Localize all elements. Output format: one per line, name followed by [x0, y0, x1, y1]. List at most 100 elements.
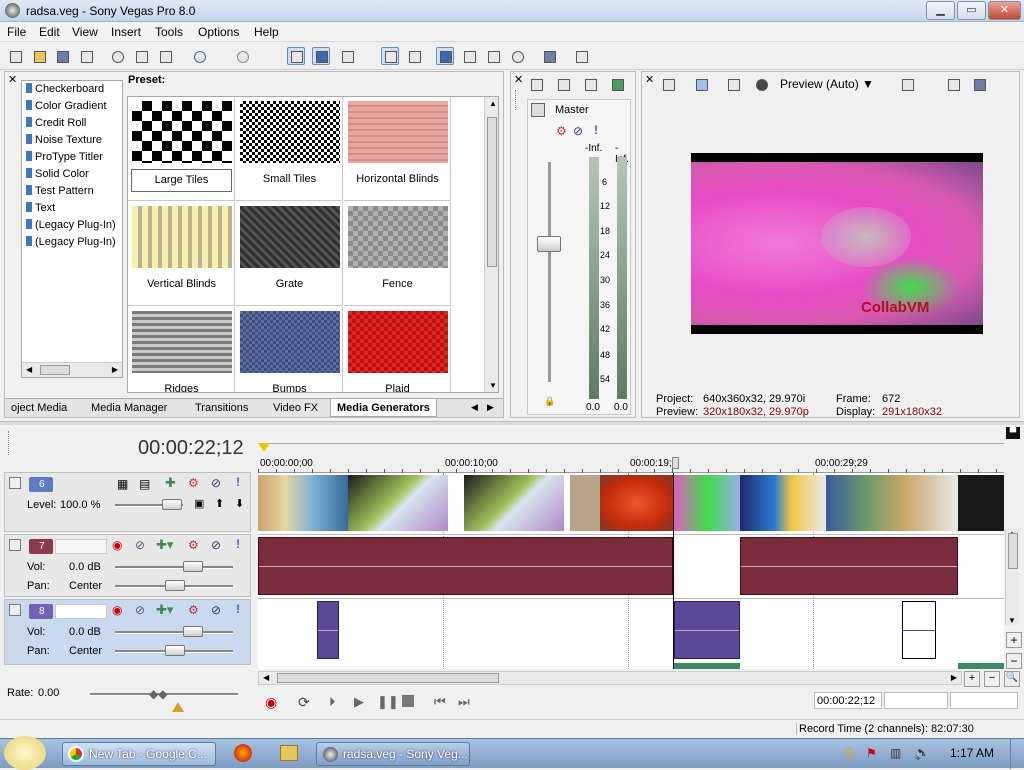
start-button[interactable] [4, 736, 46, 770]
mixer-downmix-icon[interactable] [554, 75, 572, 93]
video-clip[interactable] [600, 475, 674, 531]
track-solo-icon[interactable]: ! [236, 602, 240, 616]
audio-clip[interactable] [902, 601, 936, 659]
preset-vertical-blinds[interactable]: Vertical Blinds [128, 202, 235, 306]
tab-media-generators[interactable]: Media Generators [330, 399, 437, 417]
pause-button[interactable]: ❚❚ [377, 694, 399, 710]
generator-item[interactable]: (Legacy Plug-In) T [26, 219, 118, 236]
timeline-horizontal-scrollbar[interactable]: ◀ ▶ [258, 671, 962, 685]
track-header-audio-7[interactable]: 7 ◉ ⊘ ✚▾ ⚙ ⊘ ! Vol: 0.0 dB Pan: Center [4, 534, 251, 597]
generator-item[interactable]: Solid Color [26, 168, 118, 185]
search-tray-icon[interactable]: ⚲ [844, 745, 854, 762]
show-desktop-button[interactable] [1010, 739, 1024, 769]
new-icon[interactable] [6, 47, 24, 65]
selection-start-field[interactable] [884, 692, 948, 709]
generator-item[interactable]: Checkerboard [26, 83, 118, 100]
menu-edit[interactable]: Edit [39, 25, 60, 39]
zoom-out-icon[interactable]: − [1006, 653, 1022, 669]
generator-item[interactable]: ProType Titler [26, 151, 118, 168]
tab-transitions[interactable]: Transitions [189, 399, 254, 417]
volume-icon[interactable]: 🔈 [914, 745, 930, 761]
overlays-icon[interactable] [898, 75, 916, 93]
tabs-right-arrow[interactable]: ▶ [487, 402, 494, 413]
minimize-button[interactable]: ▁ [926, 1, 955, 20]
track-fx-icon[interactable]: ⚙ [188, 603, 199, 617]
open-icon[interactable] [30, 47, 48, 65]
generator-item[interactable]: Color Gradient [26, 100, 118, 117]
copy-icon[interactable] [132, 47, 150, 65]
stop-button[interactable] [402, 695, 414, 707]
audio-clip[interactable] [258, 537, 673, 595]
track-volume-slider[interactable] [183, 561, 203, 572]
menu-help[interactable]: Help [254, 25, 279, 39]
cut-icon[interactable] [108, 47, 126, 65]
preview-close-icon[interactable]: ✕ [645, 73, 654, 86]
action-center-icon[interactable]: ⚑ [866, 746, 877, 760]
taskbar-vegas[interactable]: radsa.veg - Sony Veg... [316, 742, 470, 766]
panel-close-icon[interactable]: ✕ [8, 73, 17, 86]
mixer-dim-icon[interactable] [581, 75, 599, 93]
track-level-slider[interactable] [162, 499, 182, 510]
split-screen-icon[interactable] [752, 75, 770, 93]
master-solo-icon[interactable]: ! [594, 123, 598, 137]
clock[interactable]: 1:17 AM [950, 746, 994, 760]
track-fx-chain-icon[interactable]: ✚▾ [156, 602, 173, 618]
track-mute-icon[interactable]: ⊘ [211, 538, 221, 552]
preview-quality-dropdown[interactable]: Preview (Auto) ▼ [780, 77, 874, 91]
normal-edit-tool-icon[interactable] [381, 47, 399, 65]
whats-this-icon[interactable] [572, 47, 590, 65]
menu-options[interactable]: Options [198, 25, 239, 39]
menu-view[interactable]: View [72, 25, 98, 39]
auto-ripple-icon[interactable] [287, 47, 305, 65]
preset-vertical-scrollbar[interactable]: ▲ ▼ [484, 97, 498, 392]
invert-phase-icon[interactable]: ⊘ [135, 538, 145, 552]
preview-properties-icon[interactable] [659, 75, 677, 93]
master-fader[interactable] [537, 236, 561, 252]
menu-tools[interactable]: Tools [155, 25, 183, 39]
go-to-start-button[interactable]: ⏮ [434, 694, 446, 710]
track-fx-chain-icon[interactable]: ✚▾ [156, 537, 173, 553]
close-button[interactable]: ✕ [988, 1, 1021, 20]
taskbar-chrome[interactable]: New Tab - Google C... [62, 742, 216, 766]
preset-fence[interactable]: Fence [344, 202, 451, 306]
record-button[interactable]: ◉ [265, 694, 277, 711]
video-clip[interactable] [348, 475, 448, 531]
properties-icon[interactable] [77, 47, 95, 65]
undo-icon[interactable] [190, 47, 208, 65]
zoom-in-icon[interactable]: + [1006, 632, 1022, 648]
track-collapse-icon[interactable] [9, 477, 21, 489]
preset-ridges[interactable]: Ridges [128, 307, 235, 392]
track-header-audio-8[interactable]: 8 ◉ ⊘ ✚▾ ⚙ ⊘ ! Vol: 0.0 dB Pan: Center [4, 599, 251, 665]
lock-icon[interactable]: 🔒 [544, 396, 555, 407]
master-mute-icon[interactable]: ⊘ [573, 124, 583, 138]
generator-item[interactable]: Text [26, 202, 118, 219]
video-clip[interactable] [674, 475, 740, 531]
timeline-vertical-scrollbar[interactable]: ▲ ▼ [1005, 529, 1019, 625]
preset-plaid[interactable]: Plaid [344, 307, 451, 392]
audio-clip[interactable] [674, 601, 740, 659]
zoom-tool-icon[interactable]: 🔍 [1004, 671, 1020, 687]
selection-tool-icon[interactable] [436, 47, 454, 65]
tab-video-fx[interactable]: Video FX [267, 399, 324, 417]
slip-tool-icon[interactable] [484, 47, 502, 65]
rate-slider[interactable]: ◆◆ [149, 687, 167, 701]
go-to-end-button[interactable]: ⏭ [458, 694, 470, 710]
mixer-insert-bus-icon[interactable] [608, 75, 626, 93]
save-icon[interactable] [53, 47, 71, 65]
lock-envelopes-icon[interactable] [312, 47, 330, 65]
track-motion-blur-icon[interactable]: ▣ [194, 497, 204, 510]
track-collapse-icon[interactable] [9, 604, 21, 616]
timeline-ruler[interactable]: 00:00:00;00 00:00:10;00 00:00:19; 00:00:… [258, 425, 1004, 473]
track-fx-icon[interactable]: ⚙ [188, 538, 199, 552]
snapping-icon[interactable] [338, 47, 356, 65]
mixer-properties-icon[interactable] [527, 75, 545, 93]
track-child-icon[interactable]: ✚ [165, 475, 176, 491]
explorer-icon[interactable] [280, 745, 298, 761]
magnify-icon[interactable] [508, 47, 526, 65]
paste-icon[interactable] [156, 47, 174, 65]
h-zoom-in-icon[interactable]: + [964, 671, 980, 687]
play-from-start-button[interactable]: ⏵ [329, 694, 336, 710]
track-solo-icon[interactable]: ! [236, 475, 240, 489]
preset-large-tiles[interactable]: Large Tiles [128, 97, 235, 201]
loop-marker[interactable] [258, 443, 270, 452]
